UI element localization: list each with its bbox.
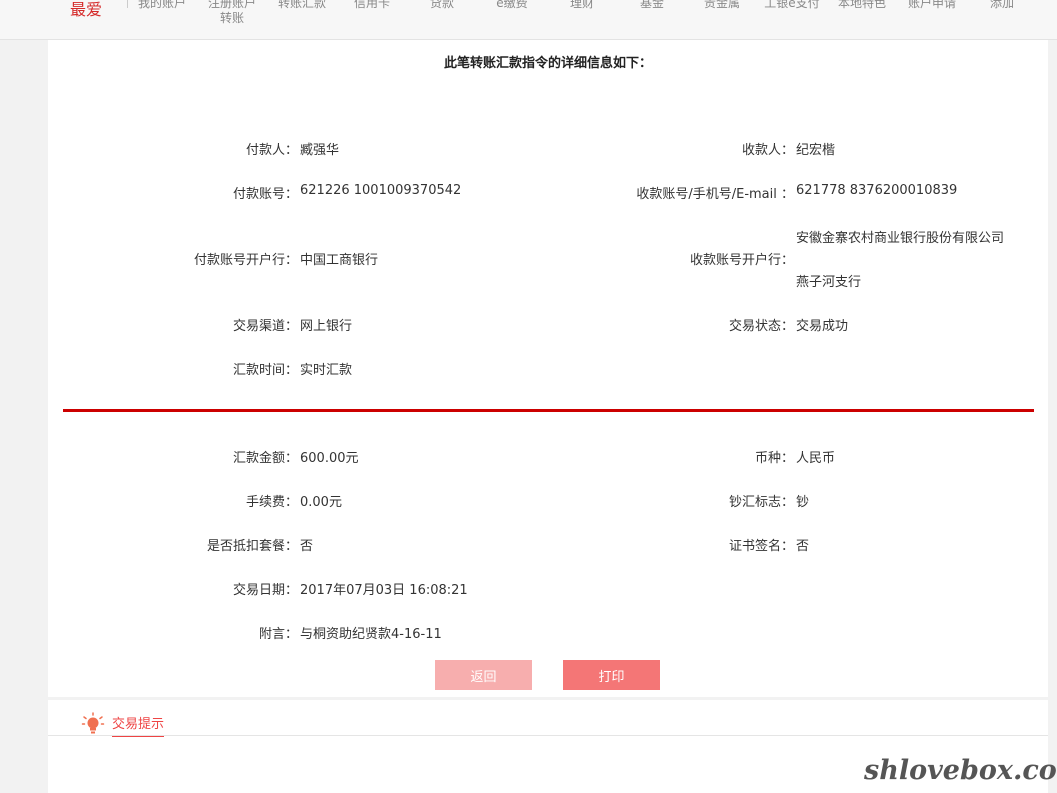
payee-bank-line1: 安徽金寨农村商业银行股份有限公司 xyxy=(796,231,1005,246)
payee-account-label: 收款账号/手机号/E-mail ： xyxy=(636,187,794,202)
status-label: 交易状态： xyxy=(728,319,794,334)
lightbulb-icon xyxy=(81,712,105,736)
channel-label: 交易渠道： xyxy=(232,319,298,334)
nav-item-fund[interactable]: 基金 xyxy=(617,0,687,11)
top-nav: 最爱 我的账户 注册账户 转账 转账汇款 信用卡 贷款 e缴费 理财 基金 贵金… xyxy=(0,0,1057,40)
nav-item-transfer[interactable]: 转账汇款 xyxy=(267,0,337,11)
nav-item-e-payment[interactable]: e缴费 xyxy=(477,0,547,11)
payee-value: 纪宏楷 xyxy=(796,143,836,158)
payee-account-value: 621778 8376200010839 xyxy=(796,183,958,198)
date-label: 交易日期： xyxy=(232,583,298,598)
payee-label: 收款人： xyxy=(741,143,794,158)
package-label: 是否抵扣套餐： xyxy=(206,539,298,554)
nav-item-precious-metal[interactable]: 贵金属 xyxy=(687,0,757,11)
nav-item-loan[interactable]: 贷款 xyxy=(407,0,477,11)
currency-value: 人民币 xyxy=(796,451,836,466)
cash-flag-value: 钞 xyxy=(796,495,810,510)
payer-label: 付款人： xyxy=(245,143,298,158)
nav-item-account-apply[interactable]: 账户申请 xyxy=(897,0,967,11)
payee-bank-label: 收款账号开户行： xyxy=(689,253,794,268)
payer-value: 臧强华 xyxy=(300,143,340,158)
fee-label: 手续费： xyxy=(245,495,298,510)
section-divider xyxy=(63,409,1034,412)
note-label: 附言： xyxy=(258,627,298,642)
fee-value: 0.00元 xyxy=(300,495,342,510)
currency-label: 币种： xyxy=(754,451,794,466)
transfer-detail-card: 此笔转账汇款指令的详细信息如下： 付款人： 臧强华 收款人： 纪宏楷 付款账号：… xyxy=(48,40,1048,697)
payer-bank-value: 中国工商银行 xyxy=(300,253,379,268)
nav-item-credit-card[interactable]: 信用卡 xyxy=(337,0,407,11)
cash-flag-label: 钞汇标志： xyxy=(728,495,794,510)
remit-time-value: 实时汇款 xyxy=(300,363,353,378)
amount-label: 汇款金额： xyxy=(232,451,298,466)
nav-item-add[interactable]: 添加 xyxy=(967,0,1037,11)
nav-item-local[interactable]: 本地特色 xyxy=(827,0,897,11)
nav-item-my-account[interactable]: 我的账户 xyxy=(127,0,197,11)
status-value: 交易成功 xyxy=(796,319,849,334)
nav-item-registered-transfer[interactable]: 注册账户 转账 xyxy=(197,0,267,26)
tips-divider xyxy=(48,735,1048,736)
payer-account-label: 付款账号： xyxy=(232,187,298,202)
package-value: 否 xyxy=(300,539,314,554)
trade-tips-tab[interactable]: 交易提示 xyxy=(112,713,165,737)
cert-label: 证书签名： xyxy=(728,539,794,554)
remit-time-label: 汇款时间： xyxy=(232,363,298,378)
channel-value: 网上银行 xyxy=(300,319,353,334)
back-button[interactable]: 返回 xyxy=(435,660,532,690)
payee-bank-line2: 燕子河支行 xyxy=(796,275,862,290)
date-value: 2017年07月03日 16:08:21 xyxy=(300,583,468,598)
note-value: 与桐资助纪贤款4-16-11 xyxy=(300,627,442,642)
cert-value: 否 xyxy=(796,539,810,554)
payer-account-value: 621226 1001009370542 xyxy=(300,183,462,198)
nav-item-e-pay[interactable]: 工银e支付 xyxy=(757,0,827,11)
page-title: 此笔转账汇款指令的详细信息如下： xyxy=(443,56,652,71)
amount-value: 600.00元 xyxy=(300,451,359,466)
nav-favorites[interactable]: 最爱 xyxy=(70,0,102,20)
watermark: shlovebox.com xyxy=(864,755,1057,786)
payer-bank-label: 付款账号开户行： xyxy=(193,253,298,268)
print-button[interactable]: 打印 xyxy=(563,660,660,690)
nav-item-wealth[interactable]: 理财 xyxy=(547,0,617,11)
